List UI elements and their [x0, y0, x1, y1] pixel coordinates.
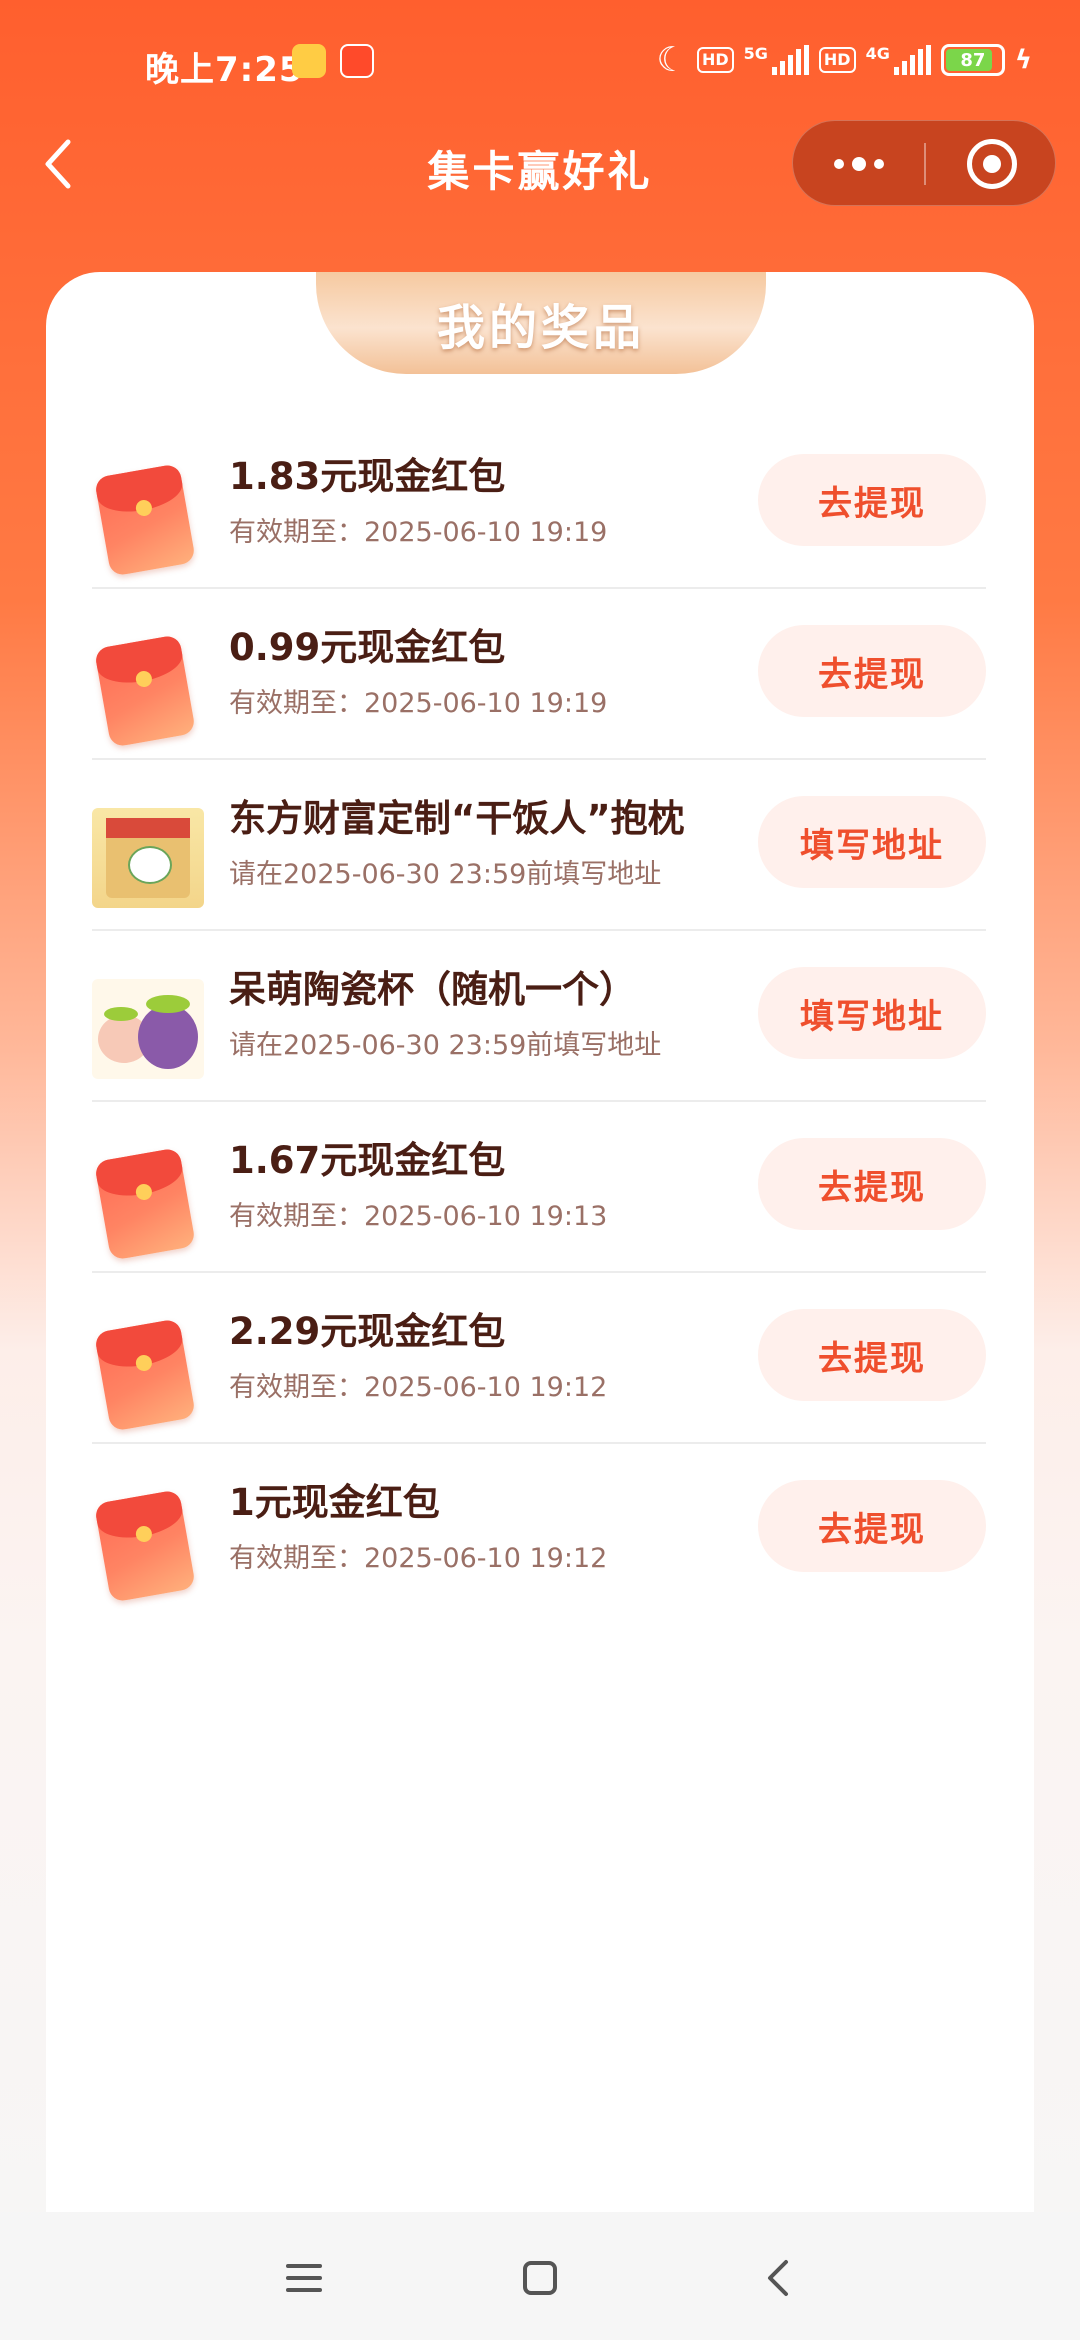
network-label-5g: 5G — [743, 43, 768, 63]
battery-icon: 87 — [940, 44, 1005, 76]
withdraw-button[interactable]: 去提现 — [758, 454, 986, 546]
prize-expiry: 有效期至：2025-06-10 19:19 — [229, 517, 608, 548]
prize-expiry: 有效期至：2025-06-10 19:12 — [229, 1543, 608, 1574]
fill-address-button[interactable]: 填写地址 — [758, 967, 986, 1059]
section-title: 我的奖品 — [436, 300, 645, 356]
prize-row: 2.29元现金红包 有效期至：2025-06-10 19:12 去提现 — [92, 1273, 986, 1444]
red-packet-icon — [92, 1466, 206, 1603]
red-packet-icon — [92, 440, 206, 577]
prize-title: 2.29元现金红包 — [229, 1310, 506, 1353]
signal-icon — [771, 45, 809, 75]
signal-icon-2 — [893, 45, 931, 75]
status-bar: 晚上7:25 ☾ HD 5G HD 4G 87 ϟ — [0, 0, 1080, 130]
red-packet-icon — [92, 1295, 206, 1432]
network-label-4g: 4G — [865, 43, 890, 63]
prize-title: 1.67元现金红包 — [229, 1139, 506, 1182]
pillow-image — [92, 782, 206, 908]
home-button[interactable] — [512, 2250, 568, 2306]
system-nav-bar — [0, 2212, 1080, 2340]
prize-row: 呆萌陶瓷杯（随机一个） 请在2025-06-30 23:59前填写地址 填写地址 — [92, 931, 986, 1102]
hd-icon: HD — [696, 47, 734, 73]
status-time: 晚上7:25 — [145, 50, 304, 90]
message-app-icon — [292, 44, 326, 78]
cup-image — [92, 953, 206, 1079]
more-button[interactable] — [793, 121, 925, 207]
hd-icon-2: HD — [818, 47, 856, 73]
prize-row: 东方财富定制“干饭人”抱枕 请在2025-06-30 23:59前填写地址 填写… — [92, 760, 986, 931]
battery-level: 87 — [960, 49, 986, 71]
prize-row: 0.99元现金红包 有效期至：2025-06-10 19:19 去提现 — [92, 589, 986, 760]
prize-list: 1.83元现金红包 有效期至：2025-06-10 19:19 去提现 0.99… — [92, 418, 986, 1615]
prize-title: 呆萌陶瓷杯（随机一个） — [229, 968, 636, 1011]
chevron-left-icon — [768, 2260, 788, 2296]
red-packet-icon — [92, 611, 206, 748]
notification-app-icon — [340, 44, 374, 78]
prize-row: 1.83元现金红包 有效期至：2025-06-10 19:19 去提现 — [92, 418, 986, 589]
prize-deadline: 请在2025-06-30 23:59前填写地址 — [229, 1030, 662, 1061]
withdraw-button[interactable]: 去提现 — [758, 1138, 986, 1230]
prize-deadline: 请在2025-06-30 23:59前填写地址 — [229, 859, 662, 890]
fill-address-button[interactable]: 填写地址 — [758, 796, 986, 888]
prize-row: 1元现金红包 有效期至：2025-06-10 19:12 去提现 — [92, 1444, 986, 1615]
section-header: 我的奖品 — [316, 272, 766, 374]
system-back-button[interactable] — [752, 2250, 808, 2306]
menu-button[interactable] — [276, 2250, 332, 2306]
withdraw-button[interactable]: 去提现 — [758, 1309, 986, 1401]
square-home-icon — [523, 2261, 557, 2295]
capsule-divider — [924, 143, 926, 185]
prize-title: 东方财富定制“干饭人”抱枕 — [229, 797, 685, 840]
status-indicators: ☾ HD 5G HD 4G 87 ϟ — [656, 40, 1032, 80]
red-packet-icon — [92, 1124, 206, 1261]
moon-icon: ☾ — [656, 40, 687, 80]
prize-row: 1.67元现金红包 有效期至：2025-06-10 19:13 去提现 — [92, 1102, 986, 1273]
withdraw-button[interactable]: 去提现 — [758, 1480, 986, 1572]
prize-title: 1元现金红包 — [229, 1481, 440, 1524]
prize-expiry: 有效期至：2025-06-10 19:19 — [229, 688, 608, 719]
miniprogram-capsule — [792, 120, 1056, 206]
prize-expiry: 有效期至：2025-06-10 19:13 — [229, 1201, 608, 1232]
menu-icon — [286, 2264, 322, 2292]
charging-icon: ϟ — [1014, 45, 1032, 75]
prize-title: 0.99元现金红包 — [229, 626, 506, 669]
close-miniprogram-button[interactable] — [967, 139, 1017, 189]
prize-expiry: 有效期至：2025-06-10 19:12 — [229, 1372, 608, 1403]
prize-title: 1.83元现金红包 — [229, 455, 506, 498]
withdraw-button[interactable]: 去提现 — [758, 625, 986, 717]
